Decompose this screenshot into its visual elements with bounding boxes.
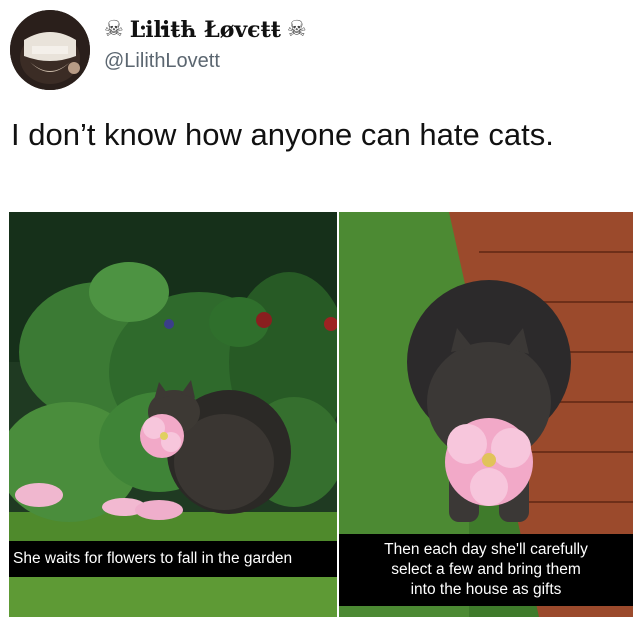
tweet-header: ☠ Ŀіŀіŧћ Łøvєŧŧ ☠ @LilithLovett <box>10 10 630 94</box>
user-handle[interactable]: @LilithLovett <box>104 50 307 73</box>
photo-caption: She waits for flowers to fall in the gar… <box>9 541 337 577</box>
photo-garden[interactable]: She waits for flowers to fall in the gar… <box>9 212 337 617</box>
skull-crossbones-icon: ☠ <box>286 17 307 42</box>
display-name-row[interactable]: ☠ Ŀіŀіŧћ Łøvєŧŧ ☠ <box>104 16 307 44</box>
user-names: ☠ Ŀіŀіŧћ Łøvєŧŧ ☠ @LilithLovett <box>104 16 307 73</box>
avatar[interactable] <box>10 10 90 90</box>
tweet-text: I don’t know how anyone can hate cats. <box>11 117 554 152</box>
photo-caption: Then each day she'll carefully select a … <box>339 534 633 606</box>
tweet-media[interactable]: She waits for flowers to fall in the gar… <box>9 212 633 617</box>
display-name: Ŀіŀіŧћ Łøvєŧŧ <box>129 17 281 43</box>
photo-path[interactable]: Then each day she'll carefully select a … <box>339 212 633 617</box>
avatar-image <box>10 10 90 90</box>
skull-crossbones-icon: ☠ <box>104 17 124 42</box>
